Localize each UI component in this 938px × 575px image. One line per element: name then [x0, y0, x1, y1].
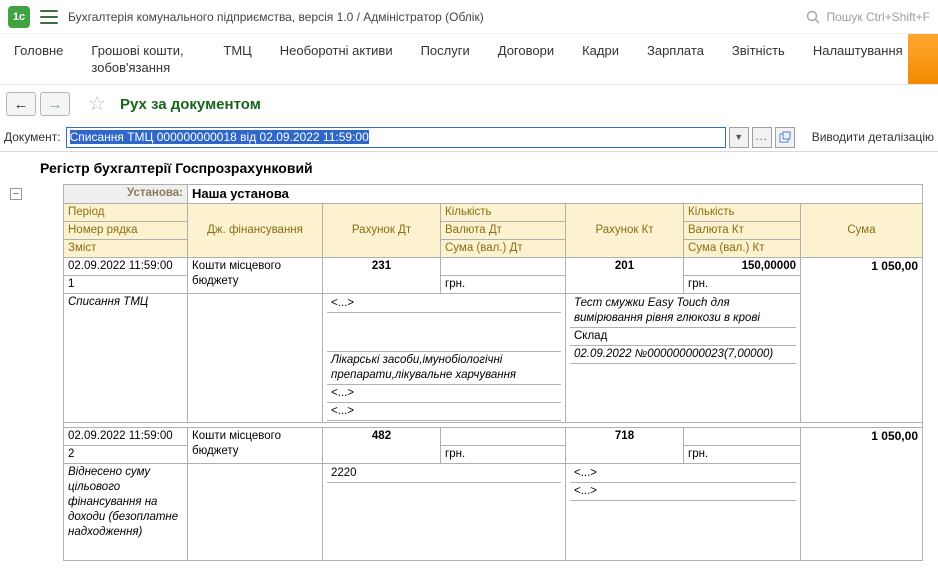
col-header-debit-currency: Валюта Дт: [440, 221, 566, 240]
financing-cell: Кошти місцевого бюджету: [187, 427, 323, 464]
org-label: Установа:: [63, 184, 188, 204]
credit-account-cell: 718: [565, 427, 684, 464]
analytics-line: 02.09.2022 №000000000023(7,00000): [570, 346, 796, 364]
col-header-period: Період: [63, 203, 188, 222]
analytics-line: Тест смужки Easy Touch для вимірювання р…: [570, 295, 796, 328]
report-area: − Регістр бухгалтерії Госпрозрахунковий …: [0, 152, 938, 561]
document-choose-button[interactable]: ...: [751, 126, 772, 148]
menu-accent-strip: [908, 34, 938, 84]
menu-item-hr[interactable]: Кадри: [570, 42, 631, 59]
credit-qty-cell: [683, 427, 801, 446]
register-table: Установа: Наша установа Період Дж. фінан…: [63, 184, 923, 561]
debit-currency-cell: грн.: [440, 275, 566, 294]
document-dropdown-button[interactable]: ▼: [728, 126, 749, 148]
table-header-row: Період Дж. фінансування Рахунок Дт Кільк…: [63, 203, 923, 258]
document-open-button[interactable]: [774, 126, 795, 148]
menu-item-salary[interactable]: Зарплата: [635, 42, 716, 59]
debit-qty-cell: [440, 257, 566, 276]
col-header-content: Зміст: [63, 239, 188, 258]
analytics-line: <...>: [327, 403, 561, 421]
debit-account-cell: 231: [322, 257, 441, 294]
credit-analytics-cell: Тест смужки Easy Touch для вимірювання р…: [565, 293, 801, 423]
menu-item-services[interactable]: Послуги: [409, 42, 482, 59]
analytics-line: Склад: [570, 328, 796, 346]
menu-item-money[interactable]: Грошові кошти, зобов'язання: [79, 42, 207, 76]
col-header-sum: Сума: [800, 203, 923, 258]
search-placeholder: Пошук Ctrl+Shift+F: [826, 9, 930, 24]
analytics-line: <...>: [327, 295, 561, 313]
analytics-line: 2220: [327, 465, 561, 483]
document-label: Документ:: [4, 130, 61, 144]
col-header-credit-currency: Валюта Кт: [683, 221, 801, 240]
nav-toolbar: ← → ☆ Рух за документом: [0, 85, 938, 123]
debit-qty-cell: [440, 427, 566, 446]
analytics-line: <...>: [327, 385, 561, 403]
document-value: Списання ТМЦ 000000000018 від 02.09.2022…: [69, 130, 369, 144]
analytics-line: <...>: [570, 483, 796, 501]
rownum-cell: 1: [63, 275, 188, 294]
debit-analytics-cell: <...> Лікарські засоби,імунобіологічні п…: [322, 293, 566, 423]
search-icon: [807, 10, 820, 24]
analytics-line: <...>: [570, 465, 796, 483]
document-bar: Документ: Списання ТМЦ 000000000018 від …: [0, 123, 938, 151]
rownum-cell: 2: [63, 445, 188, 464]
main-menu-icon[interactable]: [40, 9, 58, 24]
org-value: Наша установа: [187, 184, 923, 204]
app-logo-icon: 1с: [8, 5, 30, 28]
page-title: Рух за документом: [119, 95, 261, 113]
favorite-star-icon[interactable]: ☆: [88, 94, 106, 114]
credit-currency-cell: грн.: [683, 445, 801, 464]
section-menu: Головне Грошові кошти, зобов'язання ТМЦ …: [0, 34, 938, 85]
open-icon: [779, 131, 791, 143]
menu-item-reports[interactable]: Звітність: [720, 42, 797, 59]
analytics-line: Лікарські засоби,імунобіологічні препара…: [327, 352, 561, 385]
menu-item-tmc[interactable]: ТМЦ: [211, 42, 263, 59]
menu-item-home[interactable]: Головне: [2, 42, 75, 59]
credit-account-cell: 201: [565, 257, 684, 294]
content-cell: Списання ТМЦ: [63, 293, 188, 423]
credit-qty-cell: 150,00000: [683, 257, 801, 276]
menu-item-contracts[interactable]: Договори: [486, 42, 566, 59]
empty-cell: [187, 293, 323, 423]
forward-button[interactable]: →: [40, 92, 70, 116]
record-2-row: 02.09.2022 11:59:00 Кошти місцевого бюдж…: [63, 427, 923, 561]
global-search[interactable]: Пошук Ctrl+Shift+F: [806, 10, 930, 24]
org-row: Установа: Наша установа: [63, 184, 923, 204]
record-1-row: Списання ТМЦ <...> Лікарські засоби,імун…: [63, 293, 923, 423]
col-header-credit-account: Рахунок Кт: [565, 203, 684, 258]
empty-cell: [187, 463, 323, 561]
back-button[interactable]: ←: [6, 92, 36, 116]
menu-item-settings[interactable]: Налаштування: [801, 42, 915, 59]
sum-cell: 1 050,00: [800, 427, 923, 561]
record-1-row: 02.09.2022 11:59:00 Кошти місцевого бюдж…: [63, 257, 923, 423]
debit-account-cell: 482: [322, 427, 441, 464]
col-header-rownum: Номер рядка: [63, 221, 188, 240]
credit-analytics-cell: <...> <...>: [565, 463, 801, 561]
debit-currency-cell: грн.: [440, 445, 566, 464]
menu-item-assets[interactable]: Необоротні активи: [268, 42, 405, 59]
col-header-financing: Дж. фінансування: [187, 203, 323, 258]
col-header-credit-qty: Кількість: [683, 203, 801, 222]
period-cell: 02.09.2022 11:59:00: [63, 257, 188, 276]
col-header-debit-valsum: Сума (вал.) Дт: [440, 239, 566, 258]
top-bar: 1с Бухгалтерія комунального підприємства…: [0, 0, 938, 34]
credit-currency-cell: грн.: [683, 275, 801, 294]
period-cell: 02.09.2022 11:59:00: [63, 427, 188, 446]
document-input[interactable]: Списання ТМЦ 000000000018 від 02.09.2022…: [65, 126, 726, 148]
col-header-debit-qty: Кількість: [440, 203, 566, 222]
record-2-row: Віднесено суму цільового фінансування на…: [63, 463, 923, 561]
sum-cell: 1 050,00: [800, 257, 923, 423]
financing-cell: Кошти місцевого бюджету: [187, 257, 323, 294]
show-detail-option[interactable]: Виводити деталізацію: [812, 130, 934, 144]
col-header-credit-valsum: Сума (вал.) Кт: [683, 239, 801, 258]
collapse-group-button[interactable]: −: [10, 188, 22, 200]
content-cell: Віднесено суму цільового фінансування на…: [63, 463, 188, 561]
app-title: Бухгалтерія комунального підприємства, в…: [68, 9, 484, 24]
col-header-debit-account: Рахунок Дт: [322, 203, 441, 258]
debit-analytics-cell: 2220: [322, 463, 566, 561]
report-title: Регістр бухгалтерії Госпрозрахунковий: [40, 160, 313, 176]
